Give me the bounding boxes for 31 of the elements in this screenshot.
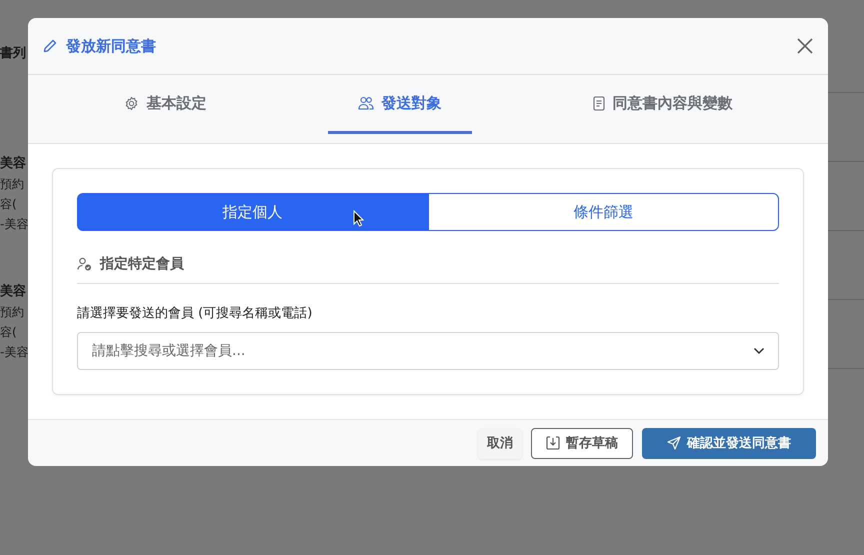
background-text: 預約: [0, 176, 25, 193]
cancel-button[interactable]: 取消: [478, 428, 522, 458]
pencil-icon: [42, 38, 58, 54]
background-text: -美容: [0, 216, 28, 233]
cursor-icon: [353, 210, 364, 227]
field-label: 請選擇要發送的會員 (可搜尋名稱或電話): [77, 305, 314, 322]
background-text: 容(: [0, 324, 18, 341]
tab[interactable]: 發送對象: [328, 75, 472, 134]
save-draft-button[interactable]: 暫存草稿: [531, 428, 633, 458]
background-text: 容(: [0, 196, 18, 213]
download-icon: [546, 436, 560, 450]
close-button[interactable]: [796, 37, 814, 55]
dialog-title: 發放新同意書: [66, 36, 157, 56]
send-button[interactable]: 確認並發送同意書: [642, 428, 816, 458]
background-text: 預約: [0, 304, 25, 321]
tab[interactable]: 同意書內容與變數: [562, 75, 762, 134]
document-icon: [592, 96, 604, 110]
background-text: 美容: [0, 154, 27, 173]
segment-button[interactable]: 條件篩選: [428, 193, 779, 231]
user-check-icon: [77, 257, 92, 271]
segment-button[interactable]: 指定個人: [77, 193, 428, 231]
background-text: -美容: [0, 344, 28, 361]
users-icon: [358, 96, 374, 110]
chevron-down-icon: [753, 347, 765, 355]
gear-icon: [124, 96, 138, 110]
tab[interactable]: 基本設定: [94, 75, 236, 134]
member-select[interactable]: 請點擊搜尋或選擇會員...: [77, 332, 779, 370]
background-text: 美容: [0, 282, 27, 301]
background-text: 書列: [0, 45, 27, 63]
section-title: 指定特定會員: [100, 255, 184, 273]
send-icon: [667, 436, 681, 450]
